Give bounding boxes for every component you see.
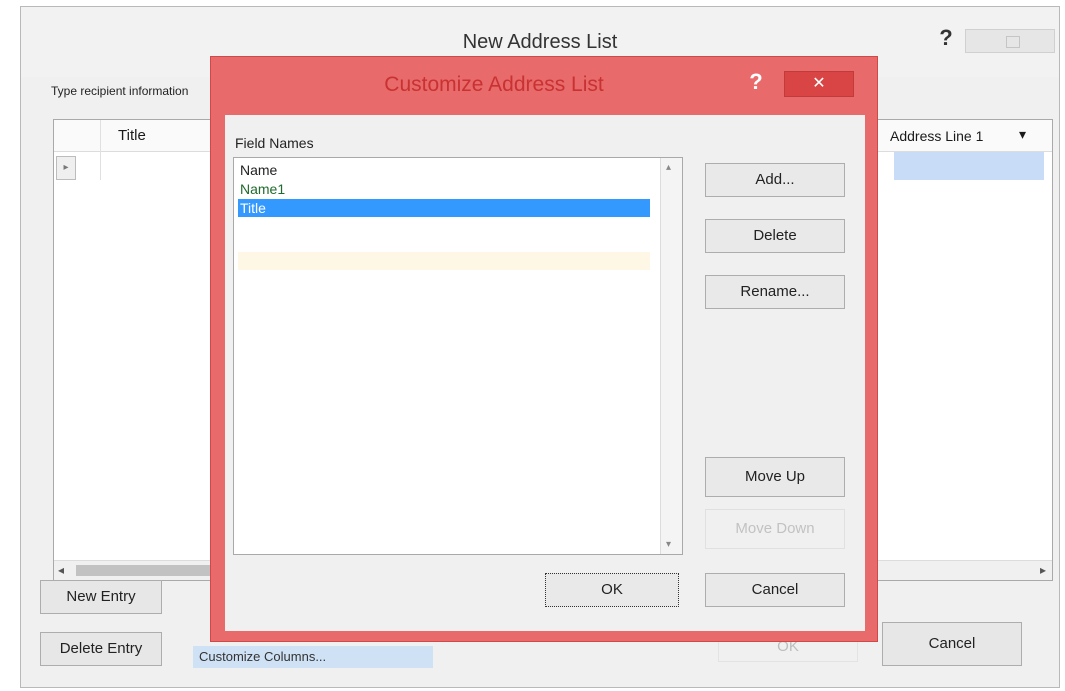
list-hover-highlight <box>238 252 650 270</box>
close-icon[interactable]: ✕ <box>784 71 854 97</box>
row-selector-icon[interactable]: ▸ <box>56 156 76 180</box>
column-header-address-line-1[interactable]: Address Line 1 <box>890 128 983 144</box>
table-cell-address-line-1[interactable] <box>894 152 1044 180</box>
field-names-listbox[interactable]: Name Name1 Title ▴ ▾ <box>233 157 683 555</box>
delete-entry-button[interactable]: Delete Entry <box>40 632 162 666</box>
instruction-label: Type recipient information <box>51 84 189 98</box>
delete-field-button[interactable]: Delete <box>705 219 845 253</box>
outer-close-button[interactable] <box>965 29 1055 53</box>
inner-cancel-button[interactable]: Cancel <box>705 573 845 607</box>
list-item-selected[interactable]: Title <box>238 199 650 217</box>
list-item[interactable]: Name <box>238 161 650 179</box>
add-field-button[interactable]: Add... <box>705 163 845 197</box>
scroll-up-icon[interactable]: ▴ <box>666 162 671 173</box>
scroll-down-icon[interactable]: ▾ <box>666 539 671 550</box>
inner-help-button[interactable]: ? <box>746 69 766 95</box>
chevron-down-icon[interactable]: ▾ <box>1019 126 1026 143</box>
outer-cancel-button[interactable]: Cancel <box>882 622 1022 666</box>
scroll-left-icon[interactable]: ◂ <box>58 563 64 577</box>
outer-help-button[interactable]: ? <box>934 25 958 55</box>
list-item[interactable]: Name1 <box>238 180 650 198</box>
outer-dialog-title: New Address List <box>462 31 618 53</box>
field-names-label: Field Names <box>235 135 314 151</box>
inner-dialog-body: Field Names Name Name1 Title ▴ ▾ Add... … <box>225 115 865 631</box>
rename-field-button[interactable]: Rename... <box>705 275 845 309</box>
customize-columns-button[interactable]: Customize Columns... <box>193 646 433 668</box>
new-entry-button[interactable]: New Entry <box>40 580 162 614</box>
scroll-right-icon[interactable]: ▸ <box>1040 563 1046 577</box>
inner-ok-button[interactable]: OK <box>545 573 679 607</box>
inner-dialog-title: Customize Address List <box>384 73 604 96</box>
move-up-button[interactable]: Move Up <box>705 457 845 497</box>
column-header-title[interactable]: Title <box>118 127 146 144</box>
customize-address-list-dialog: Customize Address List ? ✕ Field Names N… <box>210 56 878 642</box>
move-down-button: Move Down <box>705 509 845 549</box>
vertical-scrollbar[interactable]: ▴ ▾ <box>660 158 682 554</box>
